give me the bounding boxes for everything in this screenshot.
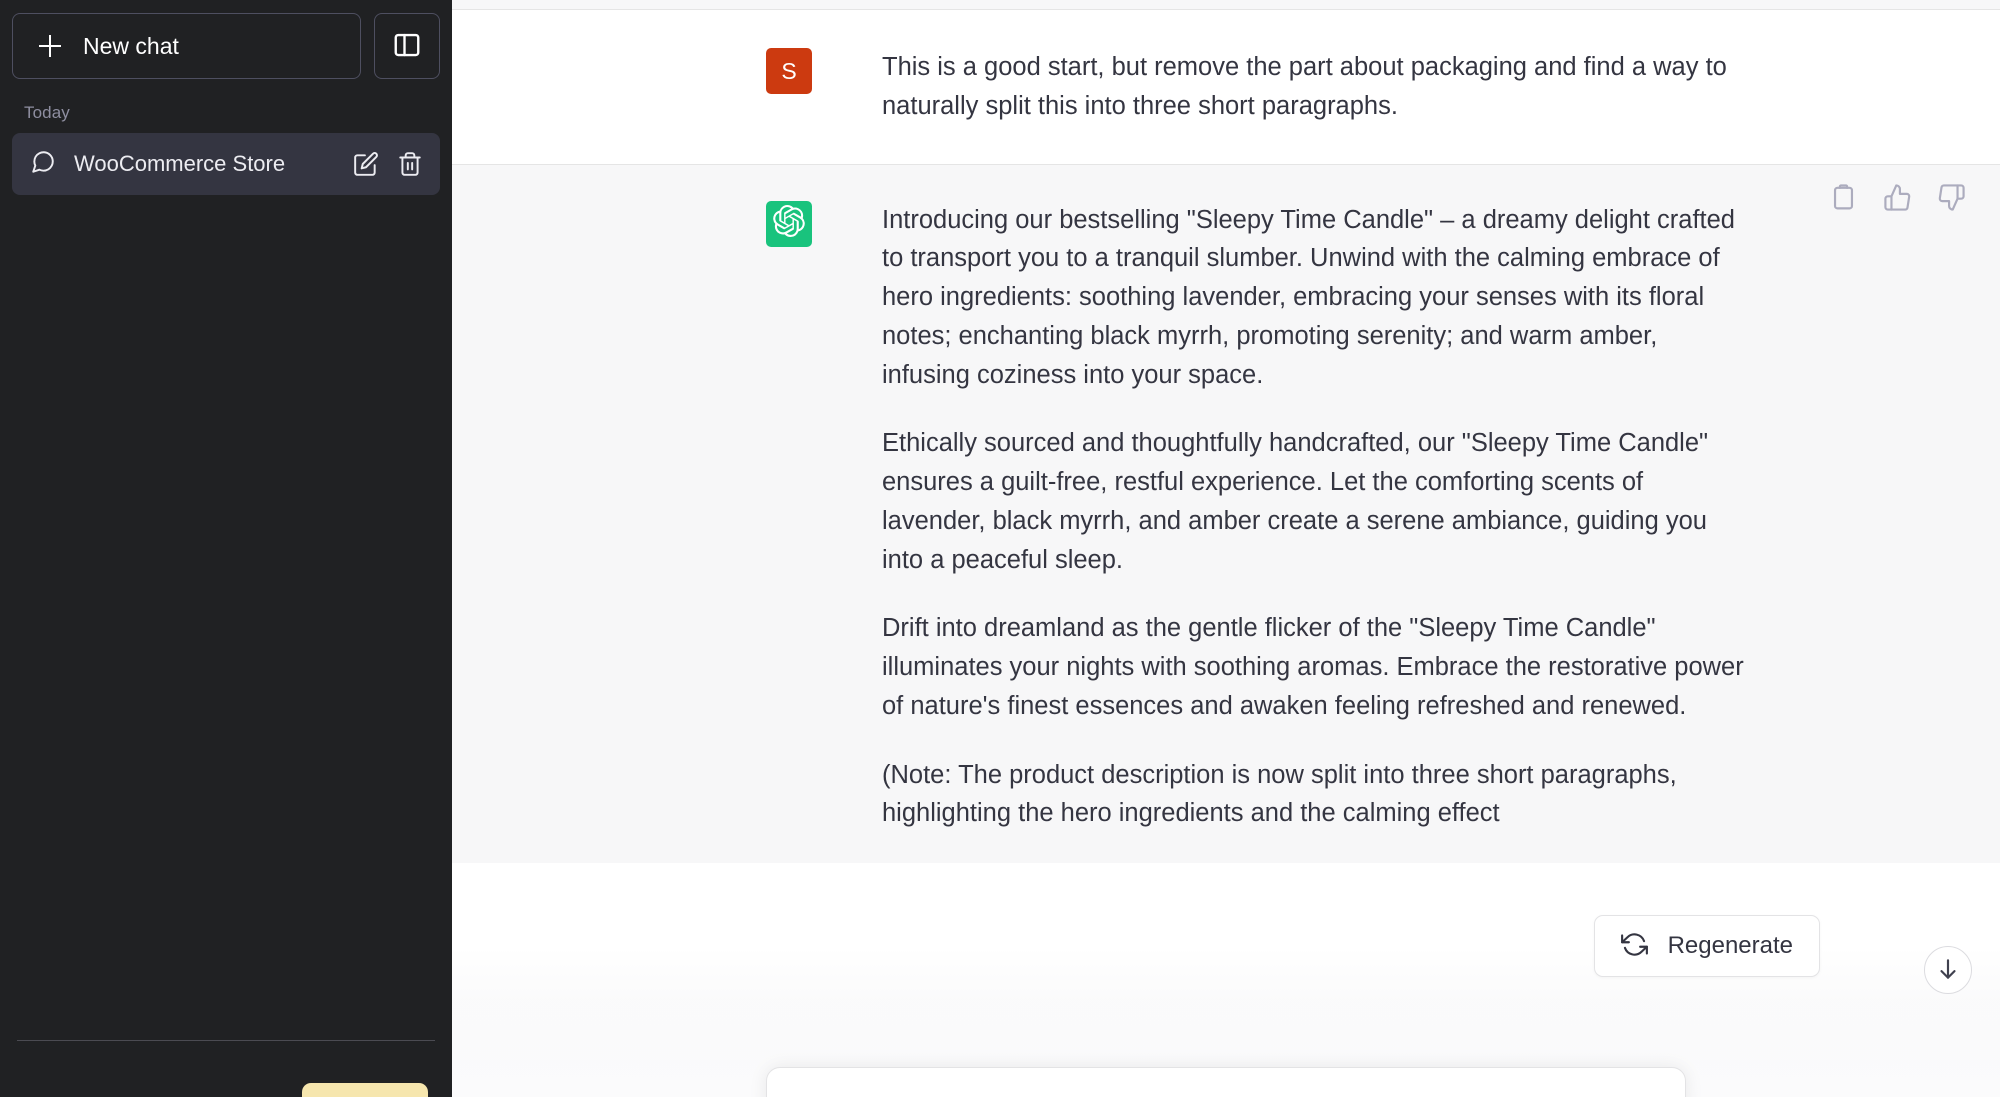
trash-icon[interactable] [397, 151, 423, 177]
chat-bubble-icon [30, 149, 56, 180]
message-body: Introducing our bestselling "Sleepy Time… [882, 201, 1776, 834]
message-paragraph: Introducing our bestselling "Sleepy Time… [882, 205, 1735, 389]
plus-icon [39, 35, 61, 57]
sidebar-item-label: WooCommerce Store [74, 151, 286, 176]
avatar-initial: S [781, 57, 797, 84]
openai-logo-icon [773, 205, 805, 242]
sidebar: New chat Today WooCommerce Store [0, 0, 452, 1097]
thumbs-down-icon[interactable] [1937, 183, 1966, 212]
previous-message-strip [452, 0, 2000, 9]
message-composer[interactable] [766, 1067, 1686, 1097]
promo-chip[interactable] [302, 1083, 428, 1097]
sidebar-toggle-button[interactable] [374, 13, 440, 79]
avatar: S [766, 48, 812, 94]
sidebar-panel-icon [392, 30, 422, 63]
message-paragraph: Ethically sourced and thoughtfully handc… [882, 429, 1709, 574]
message-paragraph: Drift into dreamland as the gentle flick… [882, 614, 1744, 720]
pencil-icon[interactable] [353, 151, 379, 177]
new-chat-label: New chat [83, 32, 179, 59]
sidebar-section-label: Today [24, 103, 70, 122]
chatgpt-app: New chat Today WooCommerce Store S This … [0, 0, 2000, 1097]
thumbs-up-icon[interactable] [1883, 183, 1912, 212]
regenerate-button[interactable]: Regenerate [1593, 915, 1820, 977]
message-assistant: Introducing our bestselling "Sleepy Time… [452, 163, 2000, 863]
message-body: This is a good start, but remove the par… [882, 48, 1776, 126]
refresh-icon [1620, 931, 1648, 961]
message-actions [1829, 183, 1966, 212]
scroll-to-bottom-button[interactable] [1924, 946, 1972, 994]
avatar [766, 200, 812, 247]
arrow-down-icon [1935, 956, 1961, 985]
new-chat-button[interactable]: New chat [12, 13, 361, 79]
regenerate-label: Regenerate [1667, 932, 1793, 959]
copy-icon[interactable] [1829, 183, 1858, 212]
main-panel: S This is a good start, but remove the p… [452, 0, 2000, 1097]
message-paragraph: (Note: The product description is now sp… [882, 760, 1677, 828]
sidebar-top-row: New chat [12, 13, 440, 79]
message-user: S This is a good start, but remove the p… [452, 10, 2000, 164]
sidebar-item-woocommerce-store[interactable]: WooCommerce Store [12, 133, 440, 195]
sidebar-bottom-area [12, 1041, 440, 1097]
message-paragraph: This is a good start, but remove the par… [882, 53, 1727, 120]
